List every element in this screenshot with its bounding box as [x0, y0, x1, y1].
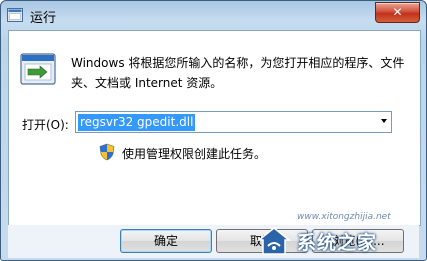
- run-app-icon: [7, 8, 23, 22]
- watermark-url: www.xitongzhijia.net: [297, 212, 391, 222]
- watermark-text: 系统之家: [297, 232, 378, 254]
- title-bar[interactable]: 运行 ✕: [1, 1, 426, 30]
- watermark: www.xitongzhijia.net 系统之家: [257, 212, 422, 258]
- close-icon: ✕: [392, 5, 403, 19]
- shield-icon: [99, 143, 115, 161]
- ok-button[interactable]: 确定: [120, 229, 212, 253]
- dropdown-arrow-icon[interactable]: [381, 119, 387, 123]
- run-icon: [20, 53, 56, 85]
- admin-privilege-note: 使用管理权限创建此任务。: [122, 147, 267, 161]
- dialog-description: Windows 将根据您所输入的名称，为您打开相应的程序、文件夹、文档或 Int…: [71, 56, 405, 90]
- dialog-body: Windows 将根据您所输入的名称，为您打开相应的程序、文件夹、文档或 Int…: [8, 30, 421, 226]
- close-button[interactable]: ✕: [375, 2, 420, 23]
- window-title: 运行: [30, 11, 57, 26]
- run-dialog-window: 运行 ✕ Windows 将根据您所输入的名称，为您打开相应的程序、文件夹、文档…: [0, 0, 427, 261]
- open-label: 打开(O):: [22, 118, 69, 132]
- command-combobox[interactable]: regsvr32 gpedit.dll: [75, 111, 392, 133]
- watermark-logo-icon: [257, 227, 291, 255]
- command-input[interactable]: regsvr32 gpedit.dll: [78, 114, 196, 131]
